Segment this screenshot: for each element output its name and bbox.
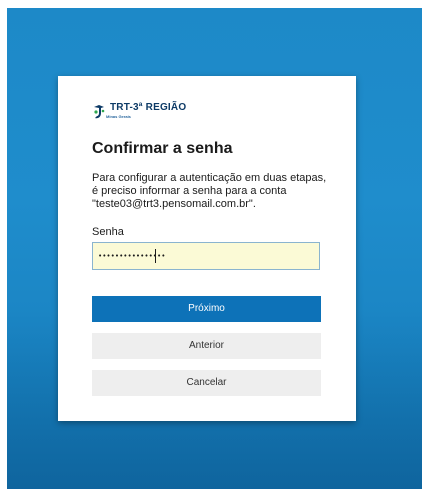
- next-button[interactable]: Próximo: [92, 296, 321, 322]
- trt-logo: TRT-3ª REGIÃO Minas Gerais: [92, 103, 186, 121]
- logo-title: TRT-3ª REGIÃO: [110, 102, 187, 113]
- logo-subtitle: Minas Gerais: [106, 114, 131, 119]
- dialog-description: Para configurar a autenticação em duas e…: [92, 172, 327, 210]
- cancel-button[interactable]: Cancelar: [92, 370, 321, 396]
- page-frame: TRT-3ª REGIÃO Minas Gerais Confirmar a s…: [0, 0, 422, 489]
- password-input[interactable]: [92, 242, 320, 270]
- dialog-title: Confirmar a senha: [92, 140, 233, 157]
- trt-logo-icon: [94, 105, 105, 119]
- text-caret: [155, 249, 156, 263]
- confirm-password-dialog: TRT-3ª REGIÃO Minas Gerais Confirmar a s…: [58, 76, 356, 421]
- back-button[interactable]: Anterior: [92, 333, 321, 359]
- password-label: Senha: [92, 226, 124, 238]
